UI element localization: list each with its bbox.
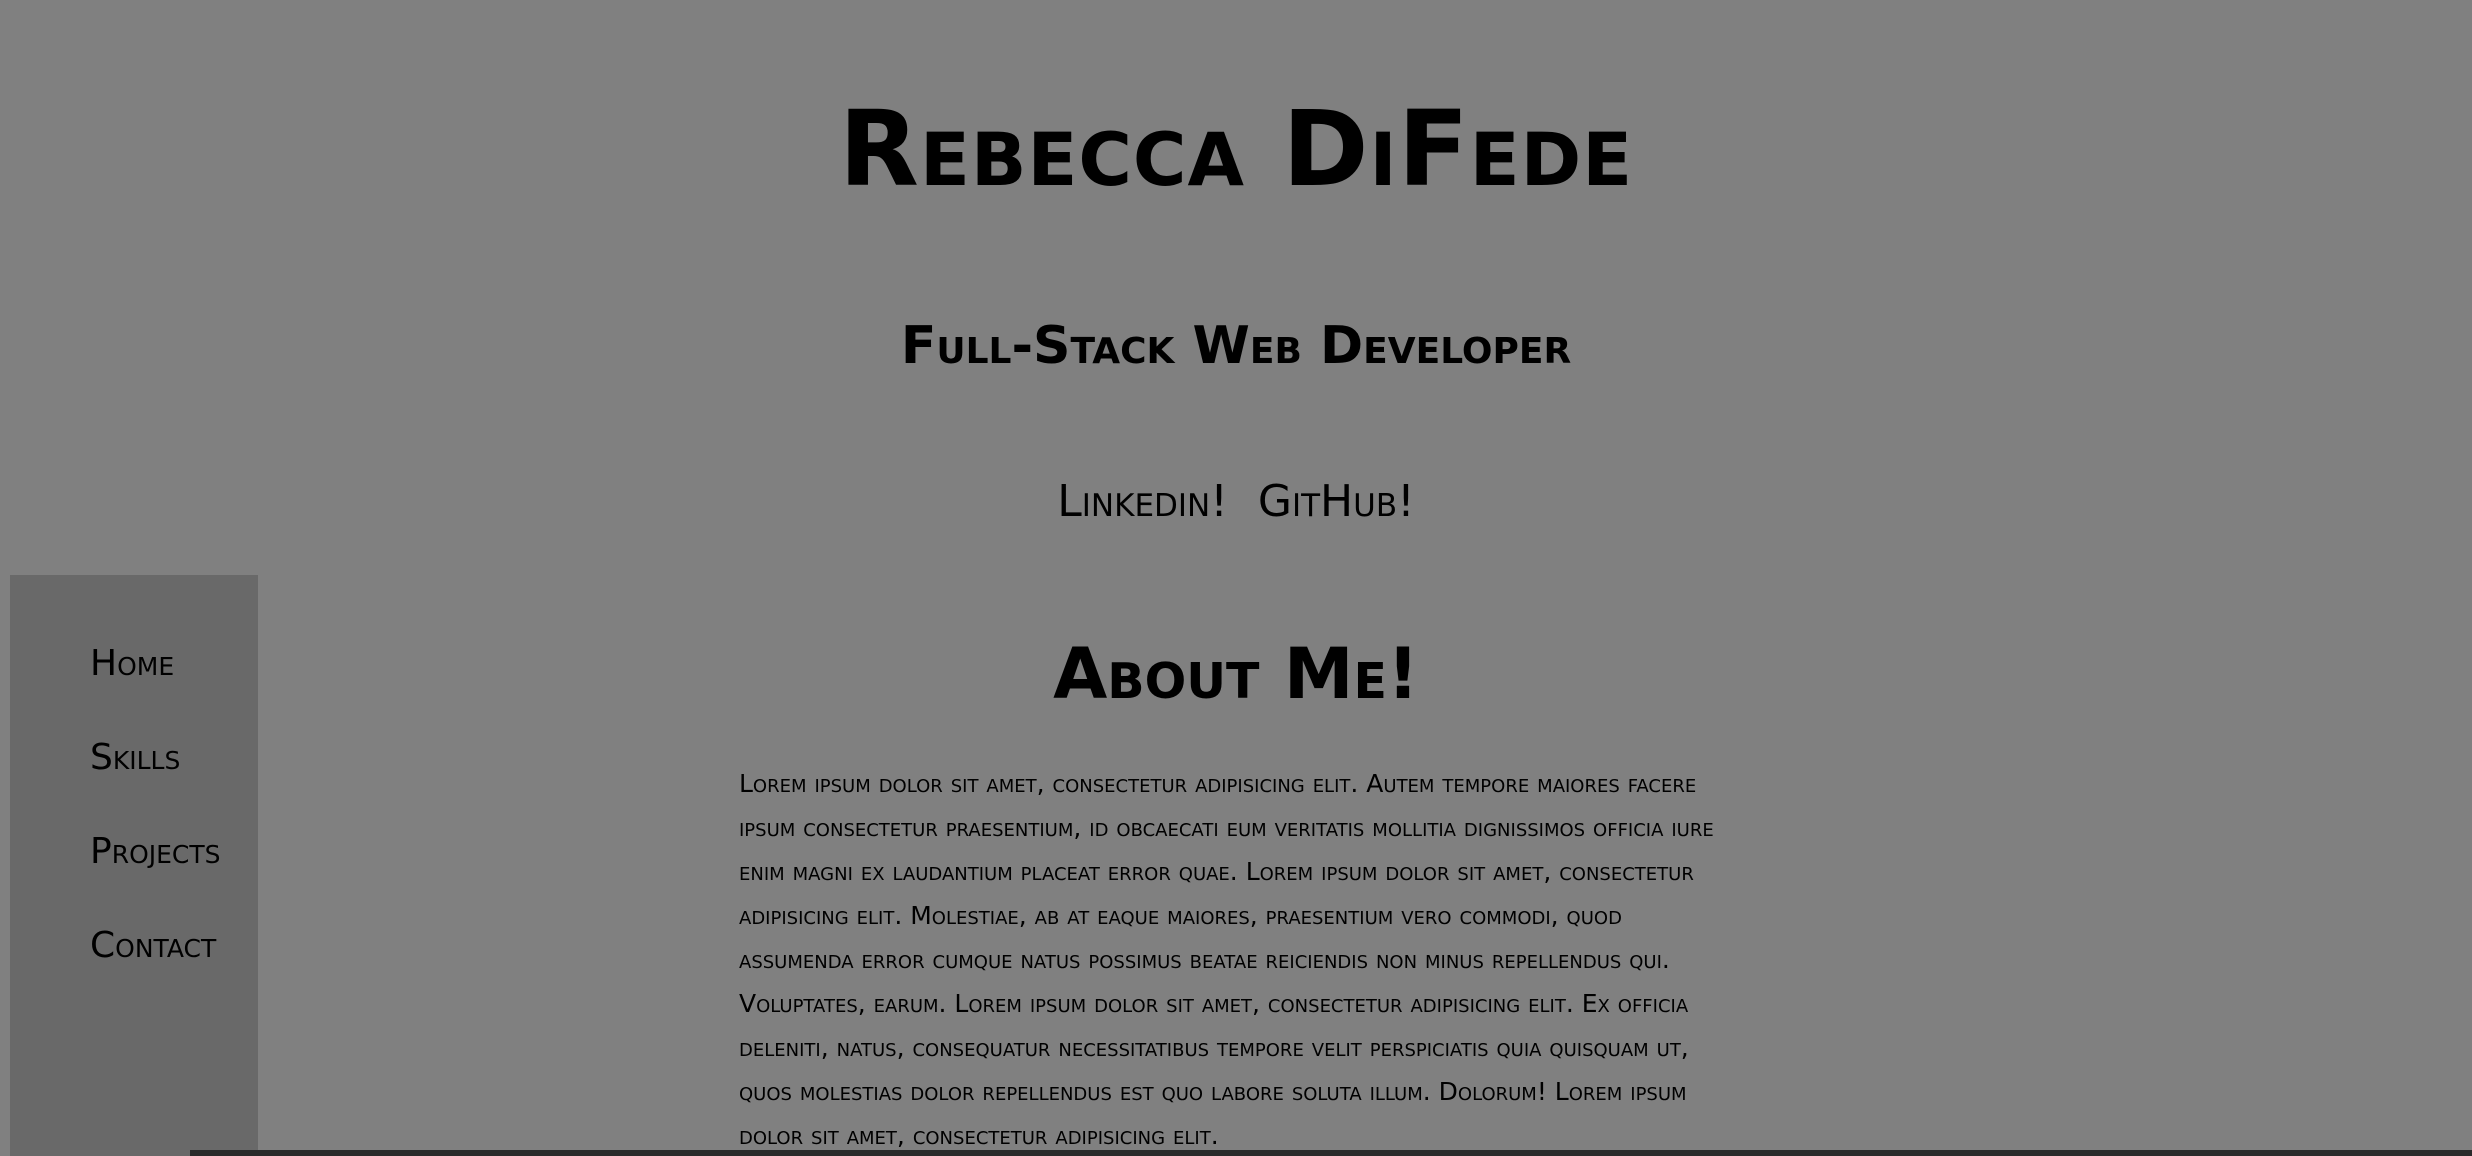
page: Rebecca DiFede Full-Stack Web Developer … (0, 0, 2472, 1156)
page-title: Rebecca DiFede (838, 88, 1634, 210)
sidebar-item-contact[interactable]: Contact (90, 899, 258, 993)
social-links: Linkedin! GitHub! (0, 476, 2472, 527)
sidebar-link-contact[interactable]: Contact (90, 925, 216, 966)
linkedin-link[interactable]: Linkedin! (1057, 476, 1228, 527)
about-heading: About Me! (1053, 633, 1419, 715)
sidebar-link-skills[interactable]: Skills (90, 737, 180, 778)
sidebar-link-projects[interactable]: Projects (90, 831, 221, 872)
page-subtitle: Full-Stack Web Developer (900, 316, 1572, 376)
bottom-bar (190, 1150, 2472, 1156)
github-link[interactable]: GitHub! (1258, 476, 1415, 527)
about-paragraph: Lorem ipsum dolor sit amet, consectetur … (739, 769, 1714, 1150)
sidebar-item-skills[interactable]: Skills (90, 711, 258, 805)
sidebar-item-projects[interactable]: Projects (90, 805, 258, 899)
